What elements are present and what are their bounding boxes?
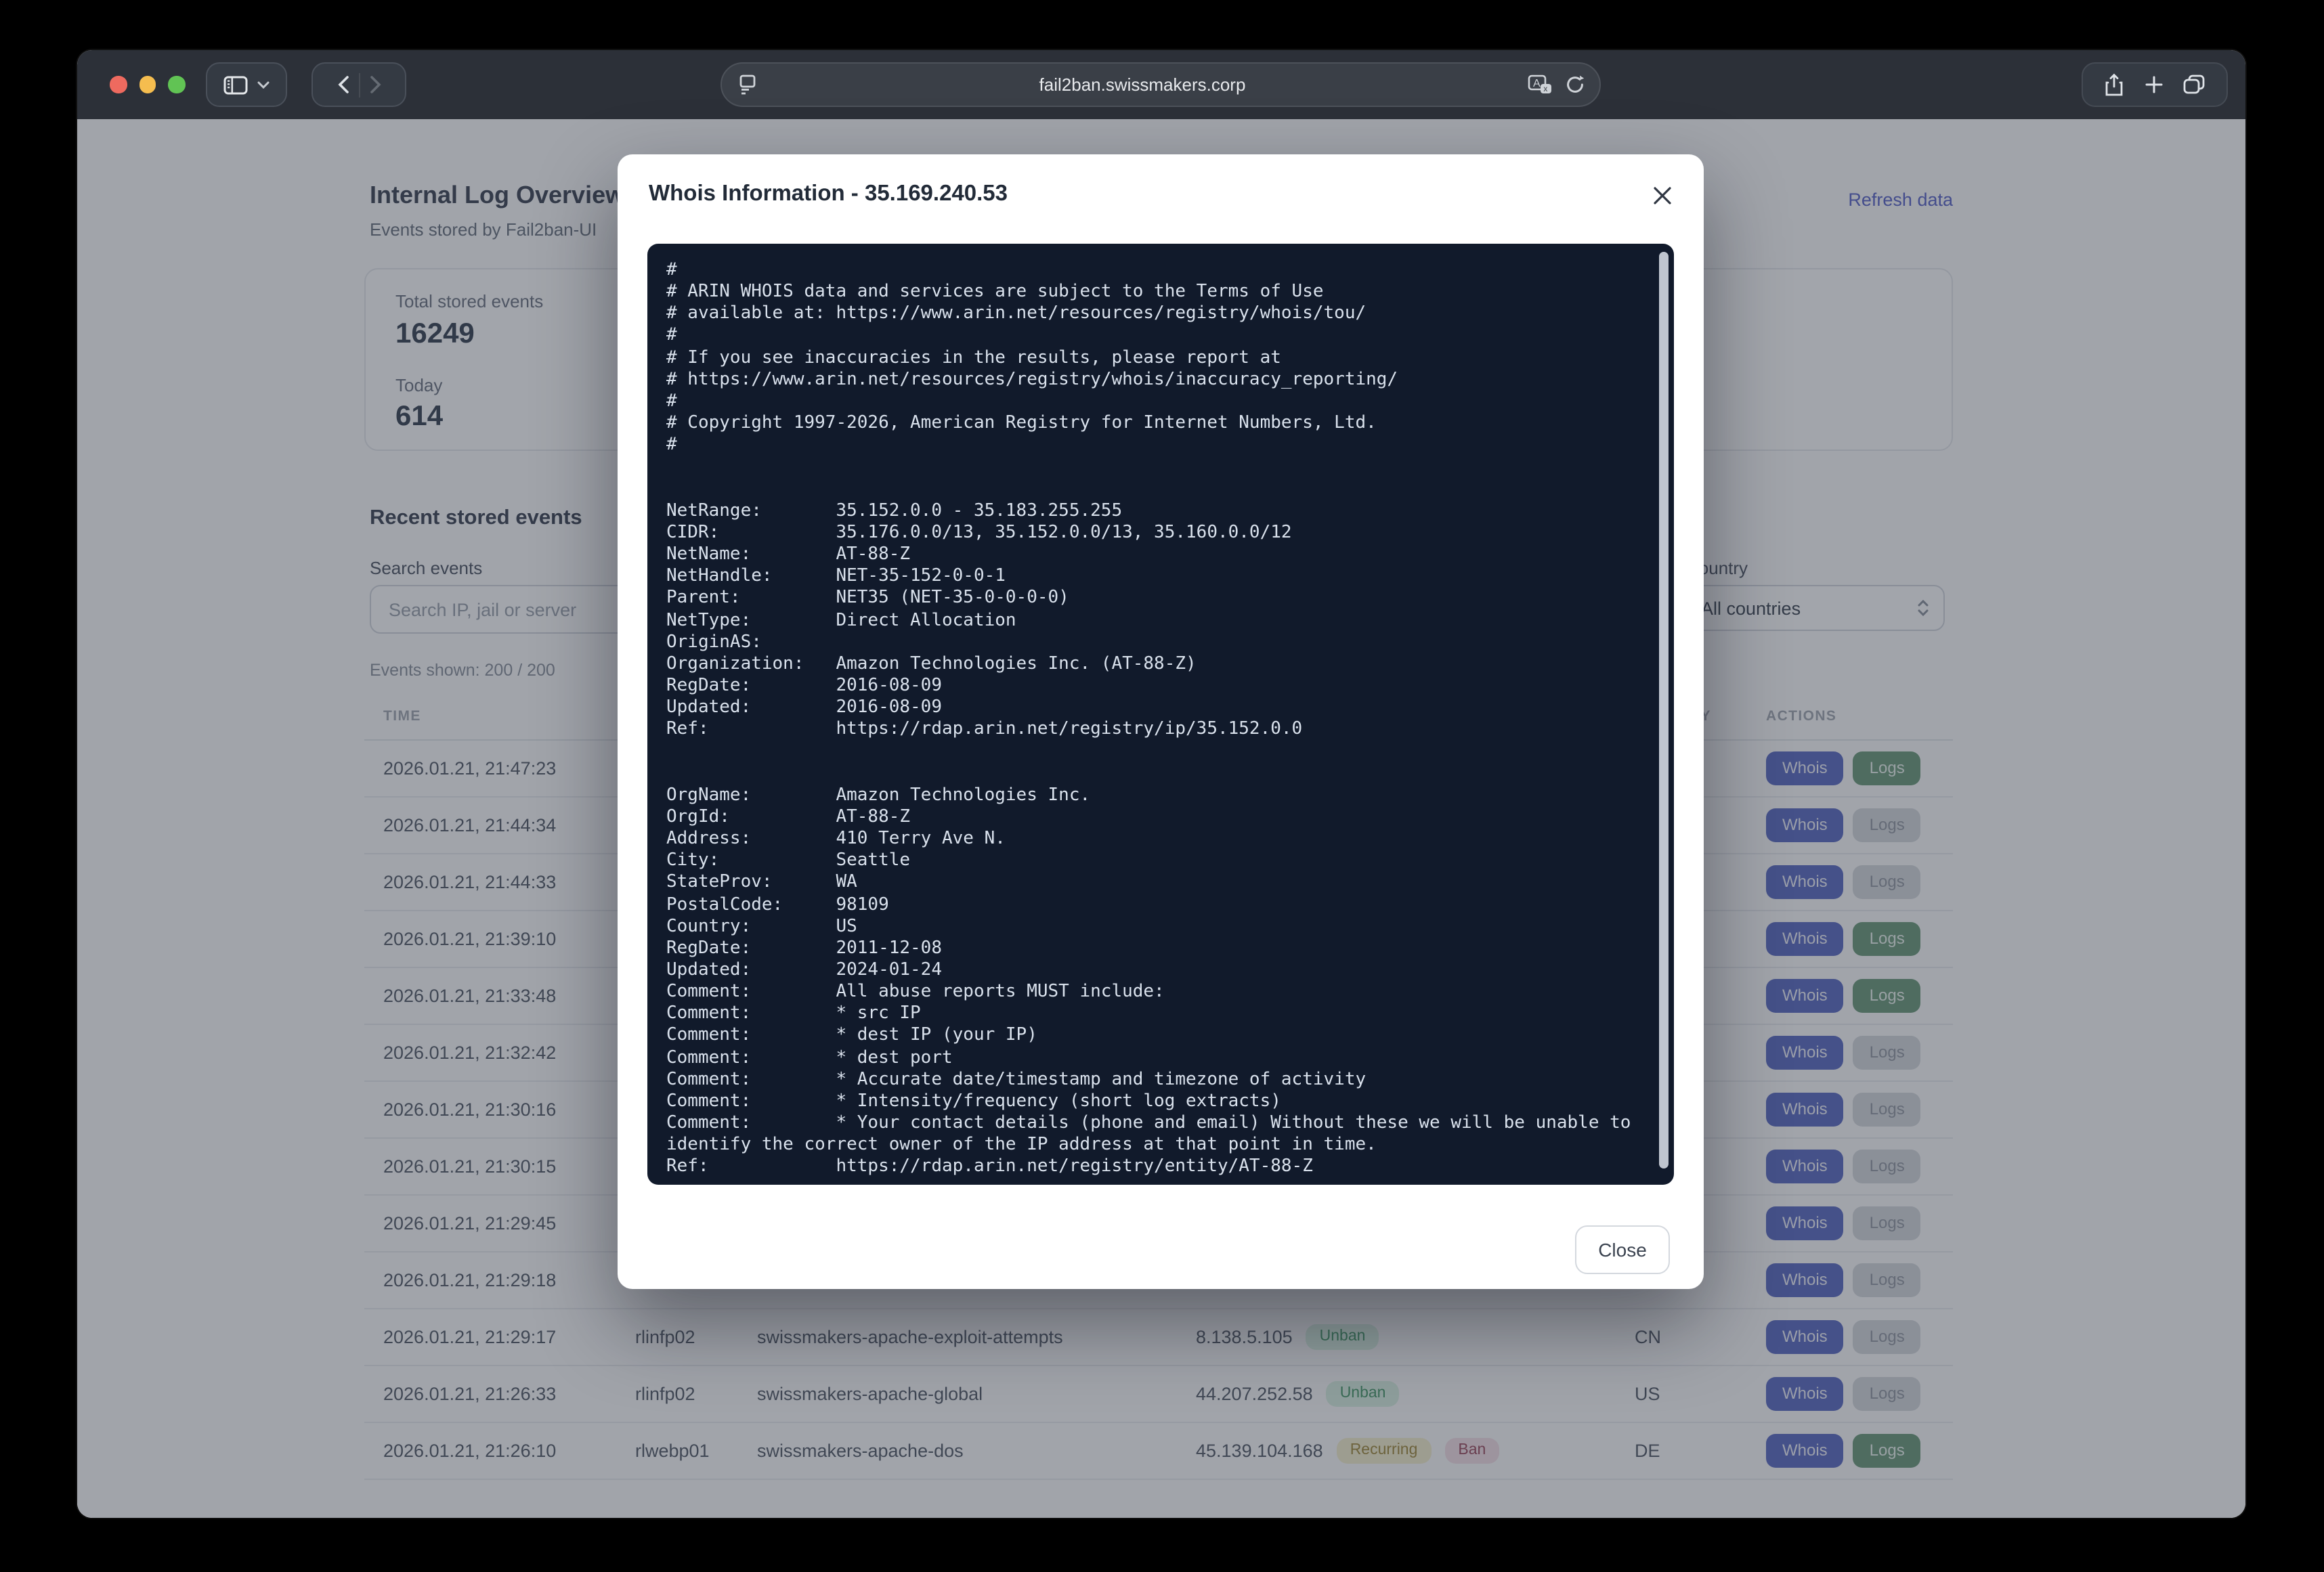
back-button[interactable]: [337, 76, 349, 93]
new-tab-icon[interactable]: [2145, 76, 2162, 93]
whois-modal: Whois Information - 35.169.240.53 # # AR…: [618, 154, 1704, 1289]
reader-icon[interactable]: [738, 74, 757, 95]
scrollbar-thumb[interactable]: [1659, 252, 1669, 1169]
svg-text:x: x: [1543, 83, 1547, 93]
translate-icon[interactable]: Ax: [1528, 74, 1553, 95]
url-text[interactable]: fail2ban.swissmakers.corp: [757, 74, 1528, 95]
nav-divider: [358, 72, 360, 97]
page-content: Internal Log Overview Events stored by F…: [77, 119, 2245, 1518]
close-window-button[interactable]: [110, 77, 127, 93]
whois-modal-title: Whois Information - 35.169.240.53: [649, 181, 1008, 207]
tabs-icon[interactable]: [2184, 74, 2205, 95]
toolbar-right: [2082, 62, 2228, 107]
forward-button[interactable]: [369, 76, 381, 93]
browser-titlebar: fail2ban.swissmakers.corp Ax: [77, 50, 2245, 119]
sidebar-toggle[interactable]: [206, 62, 287, 107]
close-icon[interactable]: [1650, 183, 1674, 207]
close-button[interactable]: Close: [1575, 1225, 1670, 1274]
share-icon[interactable]: [2105, 73, 2124, 96]
address-bar[interactable]: fail2ban.swissmakers.corp Ax: [720, 62, 1601, 107]
svg-text:A: A: [1533, 77, 1541, 89]
browser-window: fail2ban.swissmakers.corp Ax: [77, 50, 2245, 1518]
window-controls: [110, 50, 185, 119]
chevron-down-icon: [257, 81, 270, 89]
minimize-window-button[interactable]: [139, 77, 156, 93]
zoom-window-button[interactable]: [168, 77, 185, 93]
whois-output-text: # # ARIN WHOIS data and services are sub…: [666, 260, 1674, 1179]
sidebar-icon: [223, 75, 248, 94]
whois-output[interactable]: # # ARIN WHOIS data and services are sub…: [647, 244, 1674, 1185]
nav-buttons: [311, 62, 406, 107]
reload-icon[interactable]: [1566, 74, 1585, 95]
